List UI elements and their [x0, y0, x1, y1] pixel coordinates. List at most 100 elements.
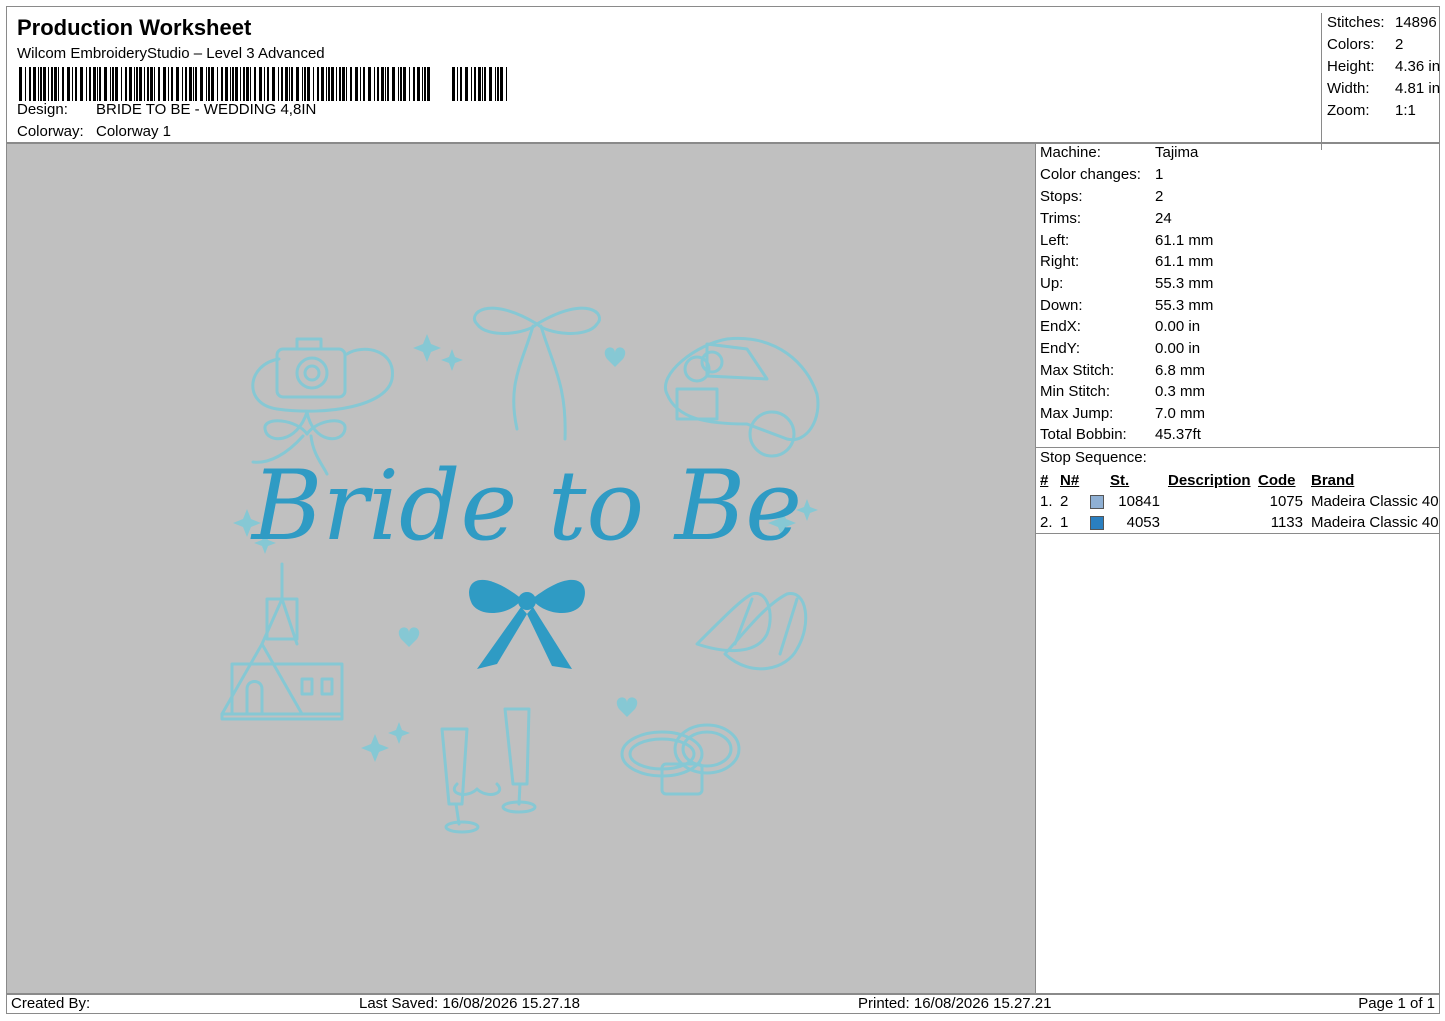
row-stitches: 10841	[1118, 493, 1160, 510]
barcode-bar	[465, 67, 468, 101]
barcode-bar	[409, 67, 410, 101]
barcode-bar	[291, 67, 293, 101]
bow-bottom-icon	[469, 579, 585, 669]
barcode-bar	[208, 67, 210, 101]
barcode-bar	[403, 67, 406, 101]
barcode-bar	[193, 67, 194, 101]
barcode-bar	[232, 67, 234, 101]
barcode-bar	[150, 67, 153, 101]
barcode-bar	[346, 67, 347, 101]
barcode-bar	[250, 67, 251, 101]
info-value: 1	[1155, 166, 1164, 183]
info-value: 0.00 in	[1155, 318, 1201, 335]
color-swatch	[1090, 495, 1104, 510]
info-label: Right:	[1040, 253, 1080, 270]
stat-value: 14896	[1395, 14, 1437, 31]
info-label: Total Bobbin:	[1040, 426, 1127, 443]
col-code: Code	[1258, 472, 1296, 489]
barcode-bar	[342, 67, 345, 101]
barcode-bar	[221, 67, 223, 101]
page-title: Production Worksheet	[17, 15, 252, 40]
embroidery-design: Bride to Be	[220, 306, 820, 834]
stat-row: Zoom: 1:1	[1327, 102, 1416, 119]
printed-date: Printed: 16/08/2026 15.27.21	[858, 995, 1052, 1012]
barcode-bar	[89, 67, 91, 101]
barcode-bar	[80, 67, 83, 101]
barcode-bar	[495, 67, 496, 101]
barcode-bar	[230, 67, 231, 101]
info-value: 55.3 mm	[1155, 297, 1214, 314]
barcode-bar	[313, 67, 314, 101]
divider	[1036, 533, 1440, 534]
info-label: Down:	[1040, 297, 1083, 314]
col-description: Description	[1168, 472, 1251, 489]
last-saved: Last Saved: 16/08/2026 15.27.18	[359, 995, 581, 1012]
barcode-bar	[163, 67, 166, 101]
barcode-bar	[285, 67, 288, 101]
info-row: Trims: 24	[1040, 210, 1172, 227]
info-row: Min Stitch: 0.3 mm	[1040, 383, 1205, 400]
row-needle: 2	[1060, 493, 1069, 510]
barcode-bar	[489, 67, 492, 101]
col-index: #	[1040, 472, 1049, 489]
barcode-bar	[321, 67, 324, 101]
barcode-bar	[217, 67, 218, 101]
barcode-bar	[254, 67, 256, 101]
barcode-bar	[33, 67, 36, 101]
barcode-bar	[176, 67, 179, 101]
barcode-bar	[38, 67, 39, 101]
info-row: Up: 55.3 mm	[1040, 275, 1213, 292]
row-index: 1.	[1040, 493, 1053, 510]
barcode-bar	[200, 67, 203, 101]
table-row: 2. 1 4053 1133 Madeira Classic 40	[1040, 512, 1439, 533]
info-value: 61.1 mm	[1155, 232, 1214, 249]
row-brand: Madeira Classic 40	[1311, 493, 1439, 510]
worksheet-footer: Created By: Last Saved: 16/08/2026 15.27…	[6, 994, 1440, 1014]
stat-label: Zoom:	[1327, 102, 1370, 119]
info-value: 45.37ft	[1155, 426, 1201, 443]
barcode-bar	[211, 67, 214, 101]
barcode-bar	[478, 67, 481, 101]
barcode-bar	[19, 67, 22, 101]
barcode-bar	[246, 67, 249, 101]
barcode-bar	[154, 67, 155, 101]
info-value: 61.1 mm	[1155, 253, 1214, 270]
row-brand: Madeira Classic 40	[1311, 514, 1439, 531]
barcode-bar	[112, 67, 114, 101]
info-value: Tajima	[1155, 144, 1199, 161]
barcode-bar	[54, 67, 57, 101]
barcode-bar	[281, 67, 283, 101]
barcode-bar	[350, 67, 352, 101]
barcode-bar	[115, 67, 118, 101]
barcode-bar	[278, 67, 279, 101]
barcode-bar	[43, 67, 46, 101]
table-row: 1. 2 10841 1075 Madeira Classic 40	[1040, 491, 1439, 512]
barcode-bar	[225, 67, 228, 101]
barcode-bar	[189, 67, 192, 101]
barcode-bar	[264, 67, 265, 101]
church-icon	[220, 562, 344, 721]
barcode-bar	[144, 67, 145, 101]
barcode-bar	[75, 67, 77, 101]
barcode-bar	[374, 67, 375, 101]
stat-value: 2	[1395, 36, 1404, 53]
barcode-bar	[506, 67, 507, 101]
barcode-bar	[368, 67, 371, 101]
stat-row: Height: 4.36 in	[1327, 58, 1440, 75]
barcode-bar	[67, 67, 70, 101]
info-label: Max Stitch:	[1040, 362, 1115, 379]
barcode	[19, 67, 507, 101]
barcode-bar	[243, 67, 245, 101]
barcode-bar	[336, 67, 337, 101]
barcode-bar	[427, 67, 430, 101]
barcode-bar	[62, 67, 64, 101]
row-description	[1160, 512, 1258, 533]
champagne-glasses-icon	[440, 707, 537, 834]
stat-label: Stitches:	[1327, 14, 1385, 31]
stop-sequence-title: Stop Sequence:	[1040, 449, 1147, 466]
barcode-bar	[104, 67, 107, 101]
info-label: Left:	[1040, 232, 1070, 249]
barcode-bar	[484, 67, 486, 101]
barcode-bar	[304, 67, 306, 101]
barcode-bar	[136, 67, 138, 101]
